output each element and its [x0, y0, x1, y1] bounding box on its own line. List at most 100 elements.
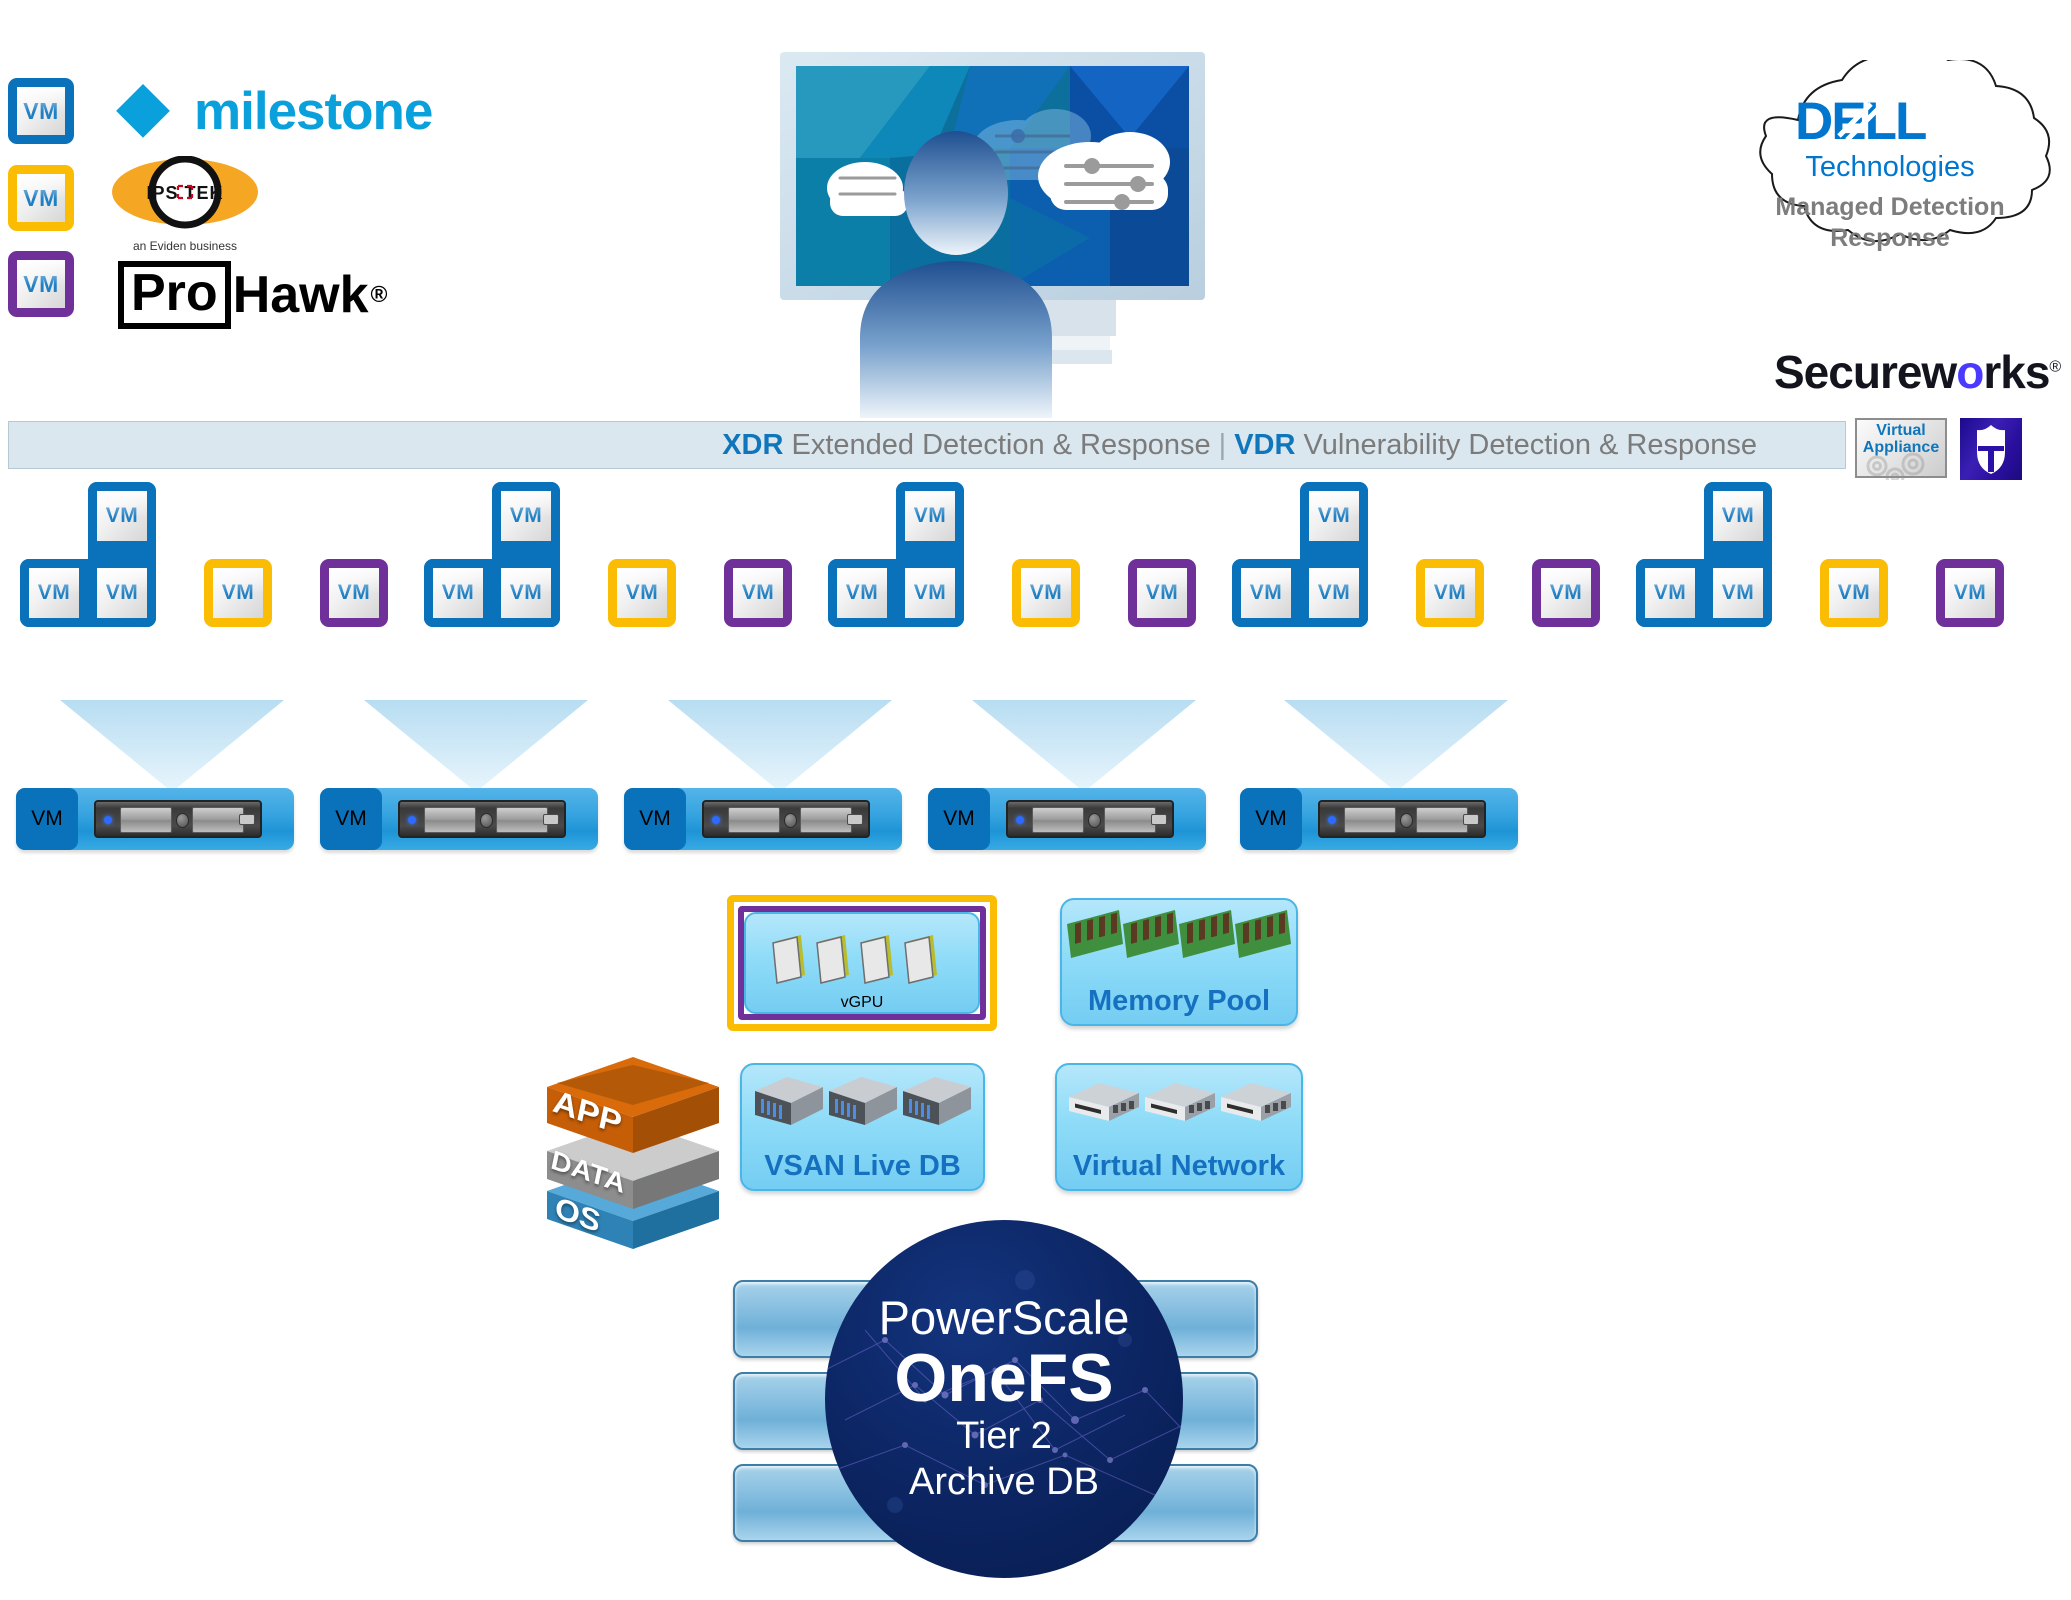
vm-tile[interactable]: VM — [320, 559, 388, 627]
server-vm-badge[interactable]: VM — [1240, 788, 1302, 850]
vm-tile[interactable]: VM — [896, 559, 964, 627]
operator-monitor-illustration — [770, 38, 1240, 423]
onefs-role: Archive DB — [908, 1461, 1100, 1504]
vm-tile[interactable]: VM — [1416, 559, 1484, 627]
vm-label: VM — [29, 568, 79, 618]
memory-pool-box[interactable]: Memory Pool — [1060, 898, 1298, 1026]
vm-label: VM — [97, 491, 147, 541]
drive-bay — [1032, 807, 1084, 833]
server-chassis-icon — [742, 1073, 983, 1135]
server-port-icon — [1463, 814, 1479, 825]
vm-label: VM — [31, 807, 63, 830]
server-vm-badge[interactable]: VM — [320, 788, 382, 850]
server-port-icon — [1151, 814, 1167, 825]
vm-label: VM — [213, 568, 263, 618]
vm-tile[interactable]: VM — [1936, 559, 2004, 627]
onefs-product: OneFS — [894, 1340, 1114, 1416]
physical-server[interactable]: VM — [624, 788, 902, 850]
ipsotek-caption: an Eviden business — [132, 239, 238, 253]
virtual-network-label: Virtual Network — [1072, 1150, 1286, 1182]
vm-tile[interactable]: VM — [492, 559, 560, 627]
prohawk-registered-mark: ® — [370, 281, 388, 308]
vm-tile[interactable]: VM — [896, 482, 964, 550]
vm-tile[interactable]: VM — [88, 482, 156, 550]
dell-logo-icon: DELL — [1795, 92, 1928, 151]
secureworks-registered-mark: ® — [2049, 358, 2061, 376]
server-knob-icon — [176, 813, 189, 828]
xdr-text: Extended Detection & Response — [791, 428, 1211, 461]
vm-tile[interactable]: VM — [1128, 559, 1196, 627]
vm-label: VM — [1829, 568, 1879, 618]
prohawk-logo: Pro Hawk ® — [118, 261, 388, 330]
vm-tile[interactable]: VM — [20, 559, 88, 627]
shield-t-icon — [1960, 418, 2022, 480]
vm-label: VM — [1021, 568, 1071, 618]
vm-label: VM — [17, 260, 65, 308]
ipsotek-mark-icon: IPS TEK — [112, 155, 258, 229]
architecture-diagram: VM milestone VM IPS TEK an Eviden busine… — [0, 0, 2071, 1600]
physical-server[interactable]: VM — [928, 788, 1206, 850]
vm-label: VM — [617, 568, 667, 618]
vm-tile[interactable]: VM — [1012, 559, 1080, 627]
dell-wordmark: DELL — [1720, 92, 2060, 155]
drive-bay — [1344, 807, 1396, 833]
server-port-icon — [543, 814, 559, 825]
vm-tile[interactable]: VM — [204, 559, 272, 627]
vm-label: VM — [1137, 568, 1187, 618]
vm-label: VM — [1241, 568, 1291, 618]
virtual-network-box[interactable]: Virtual Network — [1055, 1063, 1303, 1191]
vm-tile[interactable]: VM — [88, 559, 156, 627]
vm-tile[interactable]: VM — [424, 559, 492, 627]
server-funnel — [364, 700, 588, 792]
vm-tile[interactable]: VM — [1532, 559, 1600, 627]
ipsotek-logo: IPS TEK an Eviden business — [112, 155, 258, 253]
vm-label: VM — [1541, 568, 1591, 618]
vm-tile[interactable]: VM — [1300, 559, 1368, 627]
vm-tile[interactable]: VM — [724, 559, 792, 627]
vm-label: VM — [1309, 568, 1359, 618]
app-data-os-stack: APP DATA OS — [533, 1013, 733, 1263]
vm-tile[interactable]: VM — [1704, 482, 1772, 550]
vm-tile[interactable]: VM — [608, 559, 676, 627]
vm-label: VM — [335, 807, 367, 830]
svg-text:IPS TEK: IPS TEK — [146, 183, 223, 203]
server-vm-badge[interactable]: VM — [928, 788, 990, 850]
banner-separator: | — [1218, 428, 1227, 461]
server-knob-icon — [1400, 813, 1413, 828]
physical-server[interactable]: VM — [1240, 788, 1518, 850]
vm-tile[interactable]: VM — [492, 482, 560, 550]
drive-bay — [120, 807, 172, 833]
server-vm-badge[interactable]: VM — [624, 788, 686, 850]
server-funnel — [60, 700, 284, 792]
physical-server[interactable]: VM — [320, 788, 598, 850]
memory-dimm-icon — [1062, 908, 1296, 970]
dell-mdr-cloud: DELL Technologies Managed Detection Resp… — [1720, 60, 2060, 270]
drive-bay — [800, 807, 852, 833]
vgpu-panel: vGPU — [744, 912, 980, 1014]
vm-tile[interactable]: VM — [1300, 482, 1368, 550]
vsan-live-db-label: VSAN Live DB — [764, 1150, 961, 1182]
server-knob-icon — [480, 813, 493, 828]
physical-server[interactable]: VM — [16, 788, 294, 850]
powerscale-title: PowerScale — [878, 1291, 1130, 1344]
network-switch-icon — [1057, 1075, 1301, 1133]
vm-tile[interactable]: VM — [1636, 559, 1704, 627]
server-chassis-graphic — [398, 800, 566, 838]
vdr-text: Vulnerability Detection & Response — [1303, 428, 1757, 461]
milestone-diamond-icon — [116, 84, 170, 138]
drive-bay — [728, 807, 780, 833]
secureworks-part-2: rks — [1983, 346, 2050, 398]
power-led-icon — [408, 816, 416, 824]
vgpu-box[interactable]: vGPU — [727, 895, 997, 1031]
vm-label: VM — [1309, 491, 1359, 541]
vm-label: VM — [1645, 568, 1695, 618]
vsan-live-db-box[interactable]: VSAN Live DB — [740, 1063, 985, 1191]
vm-label: VM — [905, 491, 955, 541]
vm-tile[interactable]: VM — [1704, 559, 1772, 627]
power-led-icon — [712, 816, 720, 824]
onefs-tier: Tier 2 — [956, 1415, 1052, 1458]
vm-tile[interactable]: VM — [1820, 559, 1888, 627]
server-vm-badge[interactable]: VM — [16, 788, 78, 850]
vm-tile[interactable]: VM — [828, 559, 896, 627]
vm-tile[interactable]: VM — [1232, 559, 1300, 627]
